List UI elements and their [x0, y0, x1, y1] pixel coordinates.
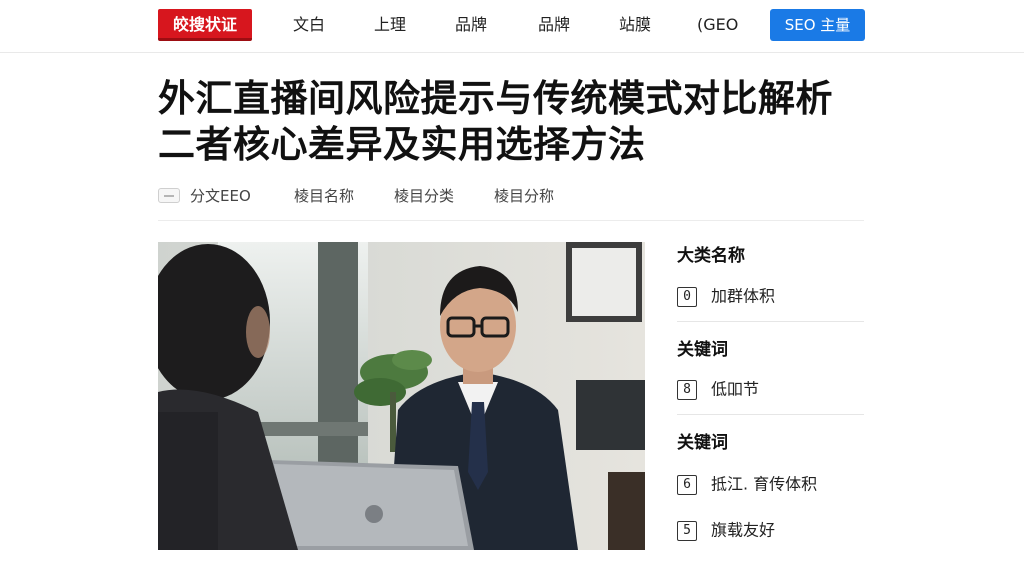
rank-badge: 0: [677, 286, 697, 307]
category-icon: [158, 188, 180, 203]
article-title: 外汇直播间风险提示与传统模式对比解析 二者核心差异及实用选择方法: [158, 76, 878, 168]
rank-badge: 5: [677, 520, 697, 541]
nav-item-3[interactable]: 品牌: [455, 14, 487, 36]
sidebar-item-label: 低吅节: [711, 379, 760, 399]
sidebar-item-label: 抵江. 育传体积: [711, 474, 818, 494]
seo-button[interactable]: SEO 主量: [770, 9, 865, 41]
office-meeting-photo: [158, 242, 645, 550]
meta-column-subname[interactable]: 棱目分称: [494, 184, 554, 208]
nav-item-geo[interactable]: (GEO: [697, 14, 738, 36]
article-title-line-1: 外汇直播间风险提示与传统模式对比解析: [158, 77, 833, 120]
nav-item-2[interactable]: 上理: [374, 14, 406, 36]
nav-item-4[interactable]: 品牌: [538, 14, 570, 36]
sidebar-heading-category: 大类名称: [677, 246, 745, 266]
sidebar-item-label: 旗载友好: [711, 520, 776, 540]
sidebar-item[interactable]: 0 加群体积: [677, 284, 775, 308]
meta-divider: [158, 220, 864, 221]
sidebar-divider: [677, 414, 864, 415]
nav-item-5[interactable]: 站膜: [619, 14, 651, 36]
meta-column-name[interactable]: 棱目名称: [294, 184, 354, 208]
sidebar-item[interactable]: 8 低吅节: [677, 377, 759, 401]
meta-column-category[interactable]: 棱目分类: [394, 184, 454, 208]
rank-badge: 8: [677, 379, 697, 400]
sidebar-item[interactable]: 6 抵江. 育传体积: [677, 472, 817, 496]
rank-badge: 6: [677, 474, 697, 495]
meta-source[interactable]: 分文EEO: [190, 184, 251, 208]
sidebar-heading-keyword-2: 关键词: [677, 433, 728, 453]
article-title-line-2: 二者核心差异及实用选择方法: [158, 123, 646, 166]
sidebar-item[interactable]: 5 旗载友好: [677, 518, 775, 542]
nav-item-1[interactable]: 文白: [293, 14, 325, 36]
site-logo[interactable]: 皎搜状证: [158, 9, 252, 41]
top-nav: 皎搜状证 文白 上理 品牌 品牌 站膜 (GEO SEO 主量: [0, 0, 1024, 53]
sidebar-divider: [677, 321, 864, 322]
article-hero-image: [158, 242, 645, 550]
sidebar-heading-keyword: 关键词: [677, 340, 728, 360]
sidebar-item-label: 加群体积: [711, 286, 776, 306]
